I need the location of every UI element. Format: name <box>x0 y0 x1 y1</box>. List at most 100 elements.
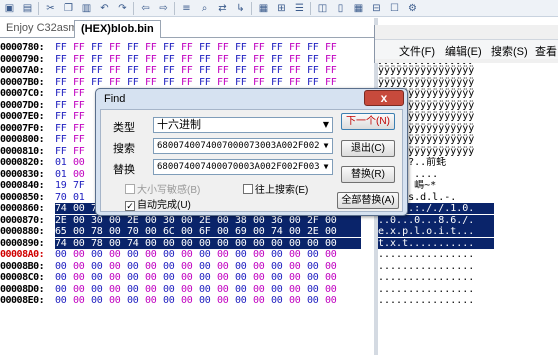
calc-icon[interactable]: ▦ <box>256 2 271 15</box>
hex-byte[interactable]: 00 <box>181 226 195 237</box>
hex-byte[interactable]: 00 <box>199 272 213 283</box>
hex-byte[interactable]: 00 <box>235 272 249 283</box>
hex-byte[interactable]: 00 <box>253 238 267 249</box>
hex-byte[interactable]: 00 <box>73 157 87 168</box>
hex-byte[interactable]: FF <box>289 54 303 65</box>
undo-icon[interactable]: ↶ <box>97 2 112 15</box>
hex-byte[interactable]: FF <box>271 54 285 65</box>
hex-byte[interactable]: 00 <box>271 238 285 249</box>
menu-file[interactable]: 文件(F) <box>399 43 435 59</box>
hex-byte[interactable]: FF <box>199 65 213 76</box>
hex-byte[interactable]: 70 <box>55 192 69 203</box>
hex-byte[interactable]: FF <box>55 88 69 99</box>
hex-byte[interactable]: 00 <box>217 284 231 295</box>
hex-byte[interactable]: FF <box>73 77 87 88</box>
ascii-row[interactable]: ÿÿÿÿÿÿÿÿÿÿÿÿÿÿÿÿ <box>378 77 494 88</box>
cols-icon[interactable]: ▯ <box>333 2 348 15</box>
hex-row[interactable]: 00008B0: 00 00 00 00 00 00 00 00 00 00 00 00 00 00 00 00 <box>0 261 374 272</box>
hex-byte[interactable]: 00 <box>145 238 159 249</box>
hex-byte[interactable]: 2F <box>307 215 321 226</box>
hex-byte[interactable]: 00 <box>145 249 159 260</box>
hex-byte[interactable]: 00 <box>181 261 195 272</box>
hex-byte[interactable]: FF <box>73 54 87 65</box>
hex-byte[interactable]: FF <box>217 77 231 88</box>
hex-row[interactable]: 0000870: 2E 00 30 00 2E 00 30 00 2E 00 38 00 36 00 2F 00 <box>0 214 374 226</box>
hex-byte[interactable]: 00 <box>289 249 303 260</box>
hex-byte[interactable]: FF <box>127 54 141 65</box>
hex-byte[interactable]: FF <box>55 77 69 88</box>
hex-byte[interactable]: 00 <box>163 238 177 249</box>
find-next-button[interactable]: 下一个(N) <box>341 113 395 130</box>
hex-byte[interactable]: FF <box>73 123 87 134</box>
hex-byte[interactable]: 01 <box>55 157 69 168</box>
hex-byte[interactable]: FF <box>55 111 69 122</box>
hex-byte[interactable]: 00 <box>109 238 123 249</box>
hex-byte[interactable]: 00 <box>253 284 267 295</box>
hex-row[interactable]: 00007B0: FF FF FF FF FF FF FF FF FF FF FF FF FF FF FF FF <box>0 77 374 88</box>
hex-icon[interactable]: ⊞ <box>274 2 289 15</box>
ascii-row[interactable]: t.x.t........... <box>378 237 494 249</box>
hex-byte[interactable]: 00 <box>73 272 87 283</box>
hex-byte[interactable]: FF <box>73 111 87 122</box>
hex-byte[interactable]: 2E <box>55 215 69 226</box>
ascii-row[interactable]: ................ <box>378 261 494 272</box>
hex-byte[interactable]: 00 <box>163 249 177 260</box>
hex-byte[interactable]: 00 <box>55 249 69 260</box>
exit-button[interactable]: 退出(C) <box>341 140 395 157</box>
hex-byte[interactable]: FF <box>127 65 141 76</box>
hex-byte[interactable]: 00 <box>109 272 123 283</box>
hex-byte[interactable]: 00 <box>325 295 339 306</box>
hex-byte[interactable]: 00 <box>181 238 195 249</box>
hex-byte[interactable]: FF <box>55 134 69 145</box>
auto-complete-checkbox[interactable]: ✓ 自动完成(U) <box>125 196 191 211</box>
hex-byte[interactable]: 00 <box>271 284 285 295</box>
ascii-row[interactable]: ................ <box>378 249 494 260</box>
box-icon[interactable]: ☐ <box>387 2 402 15</box>
hex-byte[interactable]: FF <box>109 42 123 53</box>
hex-row[interactable]: 00008C0: 00 00 00 00 00 00 00 00 00 00 00 00 00 00 00 00 <box>0 272 374 283</box>
hex-byte[interactable]: 00 <box>325 261 339 272</box>
case-sensitive-checkbox[interactable]: 大小写敏感(B) <box>125 181 200 196</box>
hex-byte[interactable]: FF <box>73 88 87 99</box>
replace-icon[interactable]: ⇄ <box>215 2 230 15</box>
align-icon[interactable]: ☰ <box>292 2 307 15</box>
hex-byte[interactable]: FF <box>55 54 69 65</box>
hex-byte[interactable]: FF <box>235 77 249 88</box>
replace-input[interactable]: 680074007400070003A002F002F00310030 ▼ <box>153 159 333 175</box>
hex-byte[interactable]: 00 <box>55 272 69 283</box>
hex-byte[interactable]: FF <box>55 146 69 157</box>
hex-byte[interactable]: 00 <box>127 272 141 283</box>
hex-byte[interactable]: 00 <box>325 249 339 260</box>
hex-byte[interactable]: 00 <box>217 249 231 260</box>
hex-byte[interactable]: 00 <box>91 249 105 260</box>
hex-byte[interactable]: 00 <box>271 295 285 306</box>
hex-byte[interactable]: FF <box>145 77 159 88</box>
type-select[interactable]: 十六进制 ▼ <box>153 117 333 133</box>
hex-byte[interactable]: 00 <box>199 238 213 249</box>
hex-byte[interactable]: 7F <box>73 180 87 191</box>
hex-byte[interactable]: FF <box>289 65 303 76</box>
tab-blob-bin[interactable]: (HEX)blob.bin <box>74 20 161 38</box>
hex-byte[interactable]: 74 <box>55 203 69 214</box>
hex-byte[interactable]: 00 <box>253 226 267 237</box>
hex-byte[interactable]: 00 <box>73 249 87 260</box>
hex-byte[interactable]: 00 <box>163 295 177 306</box>
hex-byte[interactable]: 00 <box>307 272 321 283</box>
hex-byte[interactable]: 00 <box>109 226 123 237</box>
menu-edit[interactable]: 编辑(E) <box>445 43 482 59</box>
hex-byte[interactable]: FF <box>127 42 141 53</box>
hex-row[interactable]: 00008E0: 00 00 00 00 00 00 00 00 00 00 00 00 00 00 00 00 <box>0 295 374 306</box>
hex-byte[interactable]: FF <box>253 77 267 88</box>
hex-byte[interactable]: 00 <box>145 284 159 295</box>
hex-byte[interactable]: 00 <box>289 226 303 237</box>
save-as-icon[interactable]: ▤ <box>20 2 35 15</box>
hex-byte[interactable]: 00 <box>289 272 303 283</box>
hex-byte[interactable]: FF <box>145 42 159 53</box>
hex-byte[interactable]: 00 <box>235 284 249 295</box>
hex-byte[interactable]: FF <box>145 54 159 65</box>
hex-byte[interactable]: 00 <box>91 295 105 306</box>
search-up-checkbox[interactable]: 往上搜索(E) <box>243 181 308 196</box>
hex-byte[interactable]: FF <box>235 42 249 53</box>
redo-icon[interactable]: ↷ <box>115 2 130 15</box>
hex-byte[interactable]: 65 <box>55 226 69 237</box>
